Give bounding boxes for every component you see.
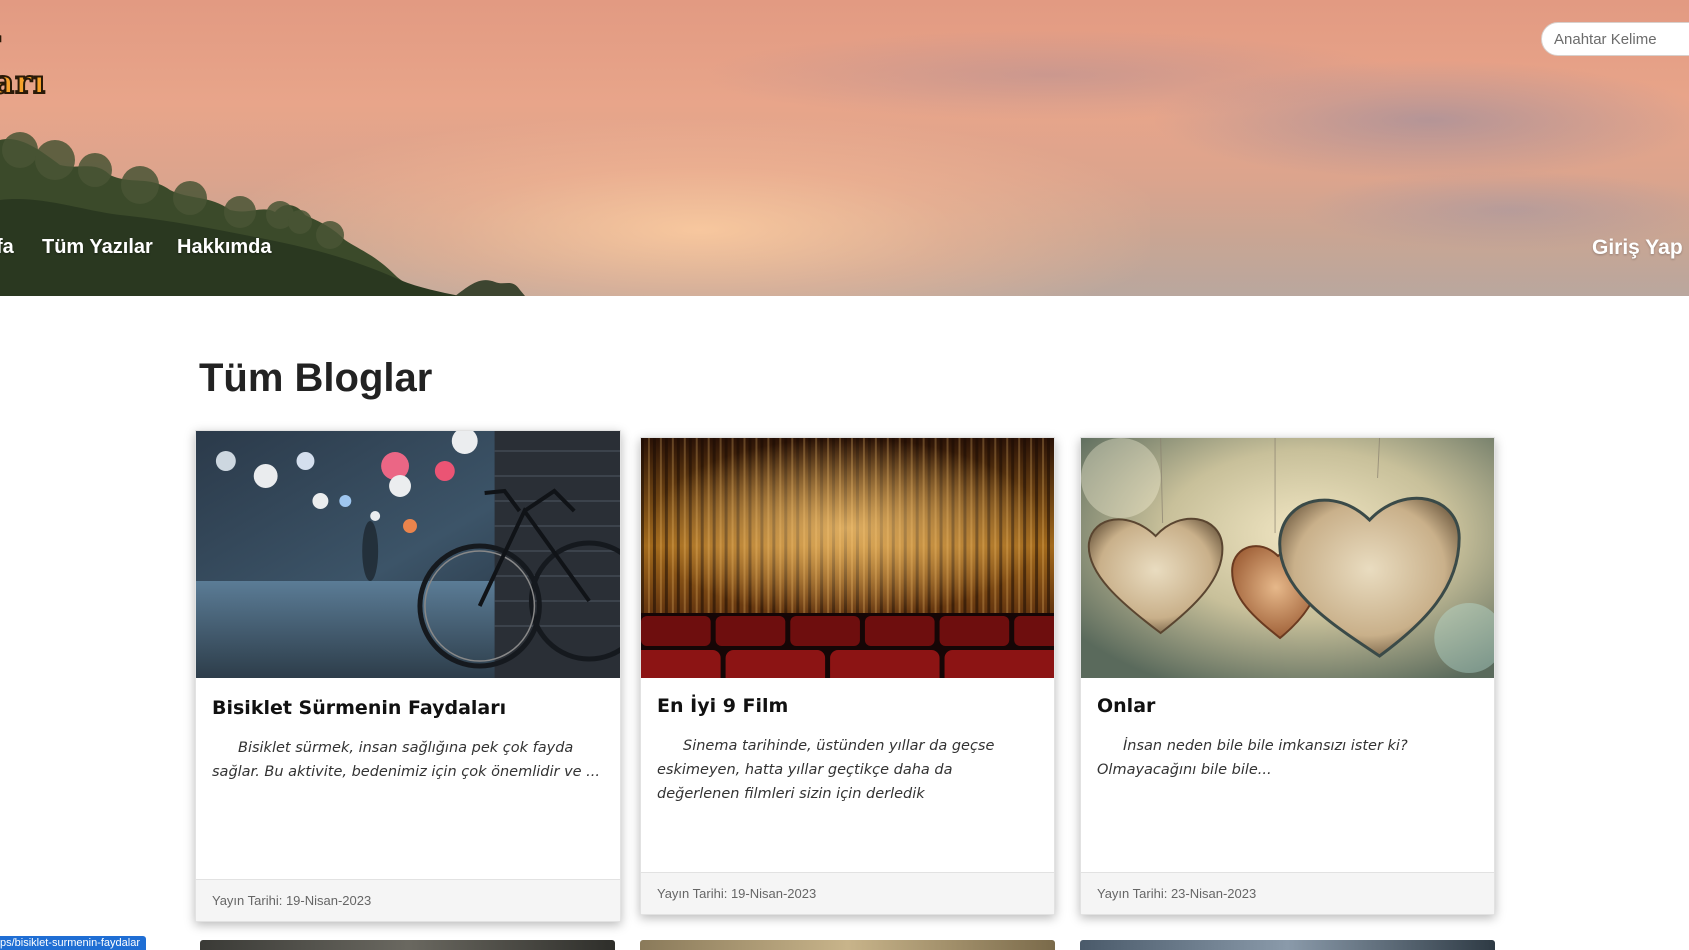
bicycle-photo — [196, 431, 620, 678]
search-box[interactable] — [1541, 22, 1689, 56]
search-input[interactable] — [1554, 30, 1689, 48]
card-title[interactable]: Bisiklet Sürmenin Faydaları — [212, 697, 506, 719]
hearts-image[interactable] — [1081, 438, 1494, 678]
nav-link-home[interactable]: fa — [0, 236, 14, 259]
card-footer: Yayın Tarihi: 23-Nisan-2023 — [1081, 872, 1494, 914]
card-excerpt: İnsan neden bile bile imkansızı ister ki… — [1097, 738, 1408, 778]
cinema-image[interactable] — [641, 438, 1054, 678]
login-link[interactable]: Giriş Yap — [1592, 236, 1683, 260]
logo-line-2: garı — [0, 62, 47, 102]
card-footer: Yayın Tarihi: 19-Nisan-2023 — [196, 879, 620, 921]
status-bar-url: ps/bisiklet-surmenin-faydalar — [0, 936, 146, 950]
cinema-curtain-photo — [641, 438, 1054, 678]
logo-line-1: ır — [0, 22, 46, 62]
bicycle-image[interactable] — [196, 431, 620, 678]
blog-card-partial[interactable] — [1080, 940, 1495, 950]
publish-date: Yayın Tarihi: 19-Nisan-2023 — [212, 893, 372, 908]
card-title[interactable]: Onlar — [1097, 695, 1155, 717]
card-title[interactable]: En İyi 9 Film — [657, 695, 788, 717]
nav-link-all-posts[interactable]: Tüm Yazılar — [42, 236, 153, 259]
blog-card[interactable]: En İyi 9 Film Sinema tarihinde, üstünden… — [640, 437, 1055, 915]
blog-card[interactable]: Onlar İnsan neden bile bile imkansızı is… — [1080, 437, 1495, 915]
nav-link-about[interactable]: Hakkımda — [177, 236, 272, 259]
card-footer: Yayın Tarihi: 19-Nisan-2023 — [641, 872, 1054, 914]
blog-card-partial[interactable] — [200, 940, 615, 950]
publish-date: Yayın Tarihi: 23-Nisan-2023 — [1097, 886, 1257, 901]
blog-card[interactable]: Bisiklet Sürmenin Faydaları Bisiklet sür… — [195, 430, 621, 922]
header-banner: ır garı fa Tüm Yazılar Hakkımda Giriş Ya… — [0, 0, 1689, 296]
blog-card-partial[interactable] — [640, 940, 1055, 950]
card-excerpt: Sinema tarihinde, üstünden yıllar da geç… — [657, 738, 995, 802]
card-excerpt: Bisiklet sürmek, insan sağlığına pek çok… — [212, 740, 601, 780]
publish-date: Yayın Tarihi: 19-Nisan-2023 — [657, 886, 817, 901]
wooden-hearts-photo — [1081, 438, 1494, 678]
page-title: Tüm Bloglar — [199, 356, 433, 400]
site-logo[interactable]: ır garı — [0, 22, 46, 102]
